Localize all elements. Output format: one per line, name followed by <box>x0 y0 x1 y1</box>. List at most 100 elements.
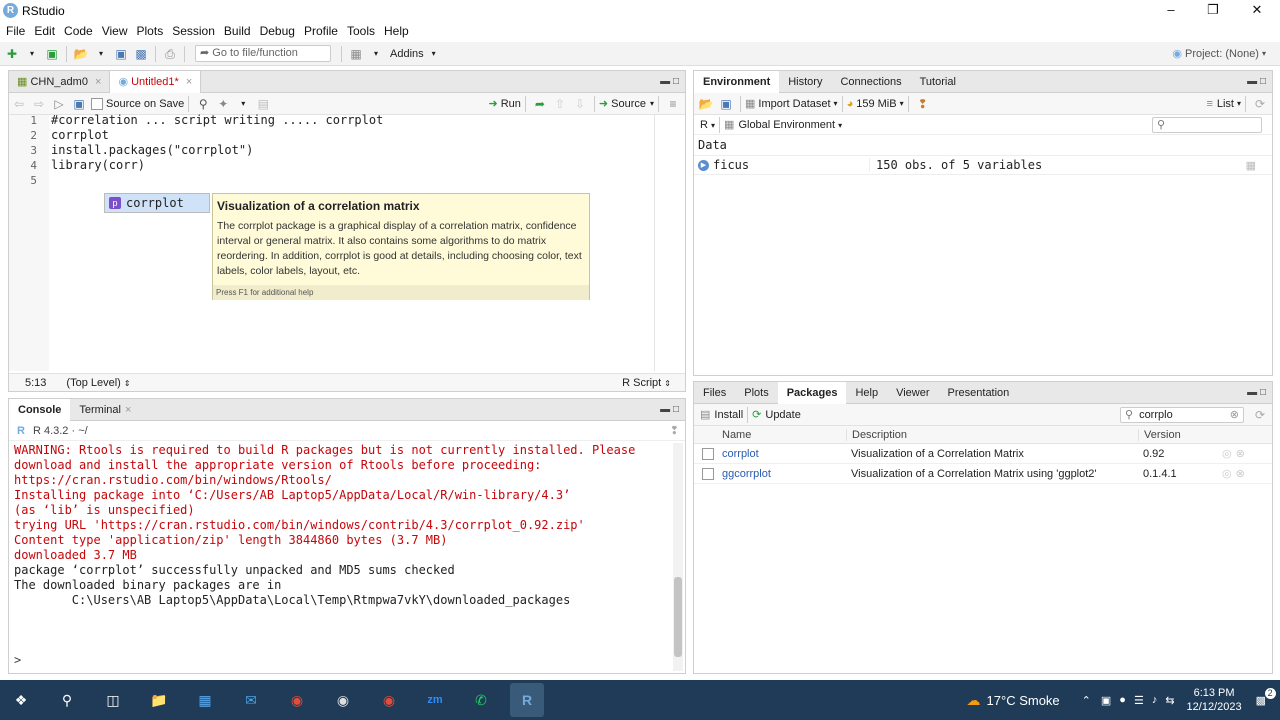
column-version-header[interactable]: Version <box>1138 428 1210 441</box>
refresh-icon[interactable]: ⟳ <box>1252 96 1268 112</box>
app-icon[interactable]: ◉ <box>326 683 360 717</box>
view-table-icon[interactable]: ▦ <box>1246 159 1256 172</box>
zoom-icon[interactable]: zm <box>418 683 452 717</box>
scope-dropdown[interactable]: Global Environment ▾ <box>738 119 842 131</box>
wifi-icon[interactable]: ☰ <box>1134 694 1144 707</box>
view-mode-selector[interactable]: ≡ List ▾ <box>1206 98 1241 110</box>
volume-icon[interactable]: ♪ <box>1152 694 1158 706</box>
load-workspace-icon[interactable]: 📂 <box>698 96 714 112</box>
dropdown-icon[interactable]: ▾ <box>24 46 40 62</box>
table-row[interactable]: corrplot Visualization of a Correlation … <box>694 444 1272 464</box>
close-tab-icon[interactable]: × <box>125 404 131 416</box>
outline-icon[interactable]: ≡ <box>665 96 681 112</box>
close-window-button[interactable]: ✕ <box>1234 0 1280 22</box>
web-icon[interactable]: ◎ <box>1222 467 1232 480</box>
update-button[interactable]: ⟳ Update <box>752 408 801 422</box>
up-arrow-icon[interactable]: ⇧ <box>552 96 568 112</box>
dropdown-icon[interactable]: ▾ <box>235 96 251 112</box>
close-tab-icon[interactable]: × <box>95 76 101 88</box>
tab-packages[interactable]: Packages <box>777 381 847 404</box>
package-load-checkbox[interactable] <box>702 447 714 460</box>
code-line[interactable]: #correlation ... script writing ..... co… <box>51 113 383 128</box>
menu-tools[interactable]: Tools <box>347 24 375 38</box>
weather-label[interactable]: 17°C Smoke <box>987 693 1060 708</box>
clear-search-icon[interactable]: ⊗ <box>1230 408 1239 421</box>
menu-debug[interactable]: Debug <box>260 24 295 38</box>
rerun-icon[interactable]: ➦ <box>532 96 548 112</box>
down-arrow-icon[interactable]: ⇩ <box>572 96 588 112</box>
meet-now-icon[interactable]: ▣ <box>1101 694 1111 707</box>
menu-session[interactable]: Session <box>172 24 215 38</box>
import-dataset-button[interactable]: ▦ Import Dataset ▾ <box>745 97 838 111</box>
tab-files[interactable]: Files <box>694 382 735 404</box>
save-file-icon[interactable]: ▣ <box>71 96 87 112</box>
dropdown-icon[interactable]: ▾ <box>93 46 109 62</box>
package-load-checkbox[interactable] <box>702 467 714 480</box>
tab-presentation[interactable]: Presentation <box>939 382 1019 404</box>
search-icon[interactable]: ⚲ <box>50 683 84 717</box>
menu-code[interactable]: Code <box>64 24 93 38</box>
tab-history[interactable]: History <box>779 71 831 93</box>
menu-file[interactable]: File <box>6 24 25 38</box>
code-line[interactable]: install.packages("corrplot") <box>51 143 383 158</box>
tab-environment[interactable]: Environment <box>694 70 780 93</box>
column-description-header[interactable]: Description <box>846 428 1138 441</box>
install-button[interactable]: ▤ Install <box>700 408 743 422</box>
open-folder-icon[interactable]: 📂 <box>73 46 89 62</box>
menu-plots[interactable]: Plots <box>137 24 164 38</box>
tab-viewer[interactable]: Viewer <box>887 382 938 404</box>
mail-icon[interactable]: ✉ <box>234 683 268 717</box>
menu-view[interactable]: View <box>102 24 128 38</box>
table-row[interactable]: ggcorrplot Visualization of a Correlatio… <box>694 464 1272 484</box>
chrome-profile-icon[interactable]: ◉ <box>372 683 406 717</box>
notifications-icon[interactable]: ▩ 2 <box>1256 687 1276 707</box>
addins-dropdown-icon[interactable]: ▾ <box>426 46 442 62</box>
scope-selector[interactable]: (Top Level) ⇕ <box>66 377 130 389</box>
tab-plots[interactable]: Plots <box>735 382 777 404</box>
web-icon[interactable]: ◎ <box>1222 447 1232 460</box>
tab-connections[interactable]: Connections <box>831 71 910 93</box>
environment-search-input[interactable]: ⚲ <box>1152 116 1262 133</box>
rstudio-taskbar-icon[interactable]: R <box>510 683 544 717</box>
minimize-button[interactable]: – <box>1148 0 1194 22</box>
menu-build[interactable]: Build <box>224 24 251 38</box>
autocomplete-item[interactable]: p corrplot <box>105 194 209 212</box>
console-prompt[interactable]: > <box>14 653 21 668</box>
show-hidden-icons[interactable]: ⌃ <box>1082 694 1091 707</box>
tab-console[interactable]: Console <box>9 398 71 421</box>
console-scrollbar[interactable] <box>673 443 683 671</box>
code-area[interactable]: #correlation ... script writing ..... co… <box>51 113 383 173</box>
console-minmax[interactable]: ▬ □ <box>660 404 679 415</box>
show-in-window-icon[interactable]: ▷ <box>51 96 67 112</box>
tab-help[interactable]: Help <box>846 382 887 404</box>
file-explorer-icon[interactable]: 📁 <box>142 683 176 717</box>
code-line[interactable]: corrplot <box>51 128 383 143</box>
menu-profile[interactable]: Profile <box>304 24 338 38</box>
source-button[interactable]: ➜ Source ▾ <box>599 97 654 111</box>
maximize-button[interactable]: ❐ <box>1190 0 1236 22</box>
remove-package-icon[interactable]: ⊗ <box>1236 467 1245 480</box>
store-icon[interactable]: ▦ <box>188 683 222 717</box>
broom-icon[interactable]: ❢ <box>915 96 931 112</box>
editor-minmax[interactable]: ▬ □ <box>660 76 679 87</box>
console-output[interactable]: WARNING: Rtools is required to build R p… <box>14 443 669 653</box>
expand-icon[interactable]: ▶ <box>698 159 709 171</box>
file-type-selector[interactable]: R Script ⇕ <box>622 377 671 389</box>
run-button[interactable]: ➜ Run <box>489 97 521 111</box>
close-tab-icon[interactable]: × <box>186 76 192 88</box>
task-view-icon[interactable]: ◫ <box>96 683 130 717</box>
code-line[interactable]: library(corr) <box>51 158 383 173</box>
grid-layout-icon[interactable]: ▦ <box>348 46 364 62</box>
menu-edit[interactable]: Edit <box>34 24 55 38</box>
search-icon[interactable]: ⚲ <box>195 96 211 112</box>
packages-minmax[interactable]: ▬ □ <box>1247 387 1266 398</box>
magic-wand-icon[interactable]: ✦ <box>215 96 231 112</box>
memory-usage-button[interactable]: ◕ 159 MiB ▾ <box>847 98 904 110</box>
back-arrow-icon[interactable]: ⇦ <box>11 96 27 112</box>
chrome-icon[interactable]: ◉ <box>280 683 314 717</box>
source-on-save-checkbox[interactable] <box>91 97 103 110</box>
scrollbar-thumb[interactable] <box>674 577 682 657</box>
environment-row[interactable]: ▶ ficus 150 obs. of 5 variables ▦ <box>694 155 1272 175</box>
windows-start-icon[interactable]: ❖ <box>4 683 38 717</box>
environment-minmax[interactable]: ▬ □ <box>1247 76 1266 87</box>
